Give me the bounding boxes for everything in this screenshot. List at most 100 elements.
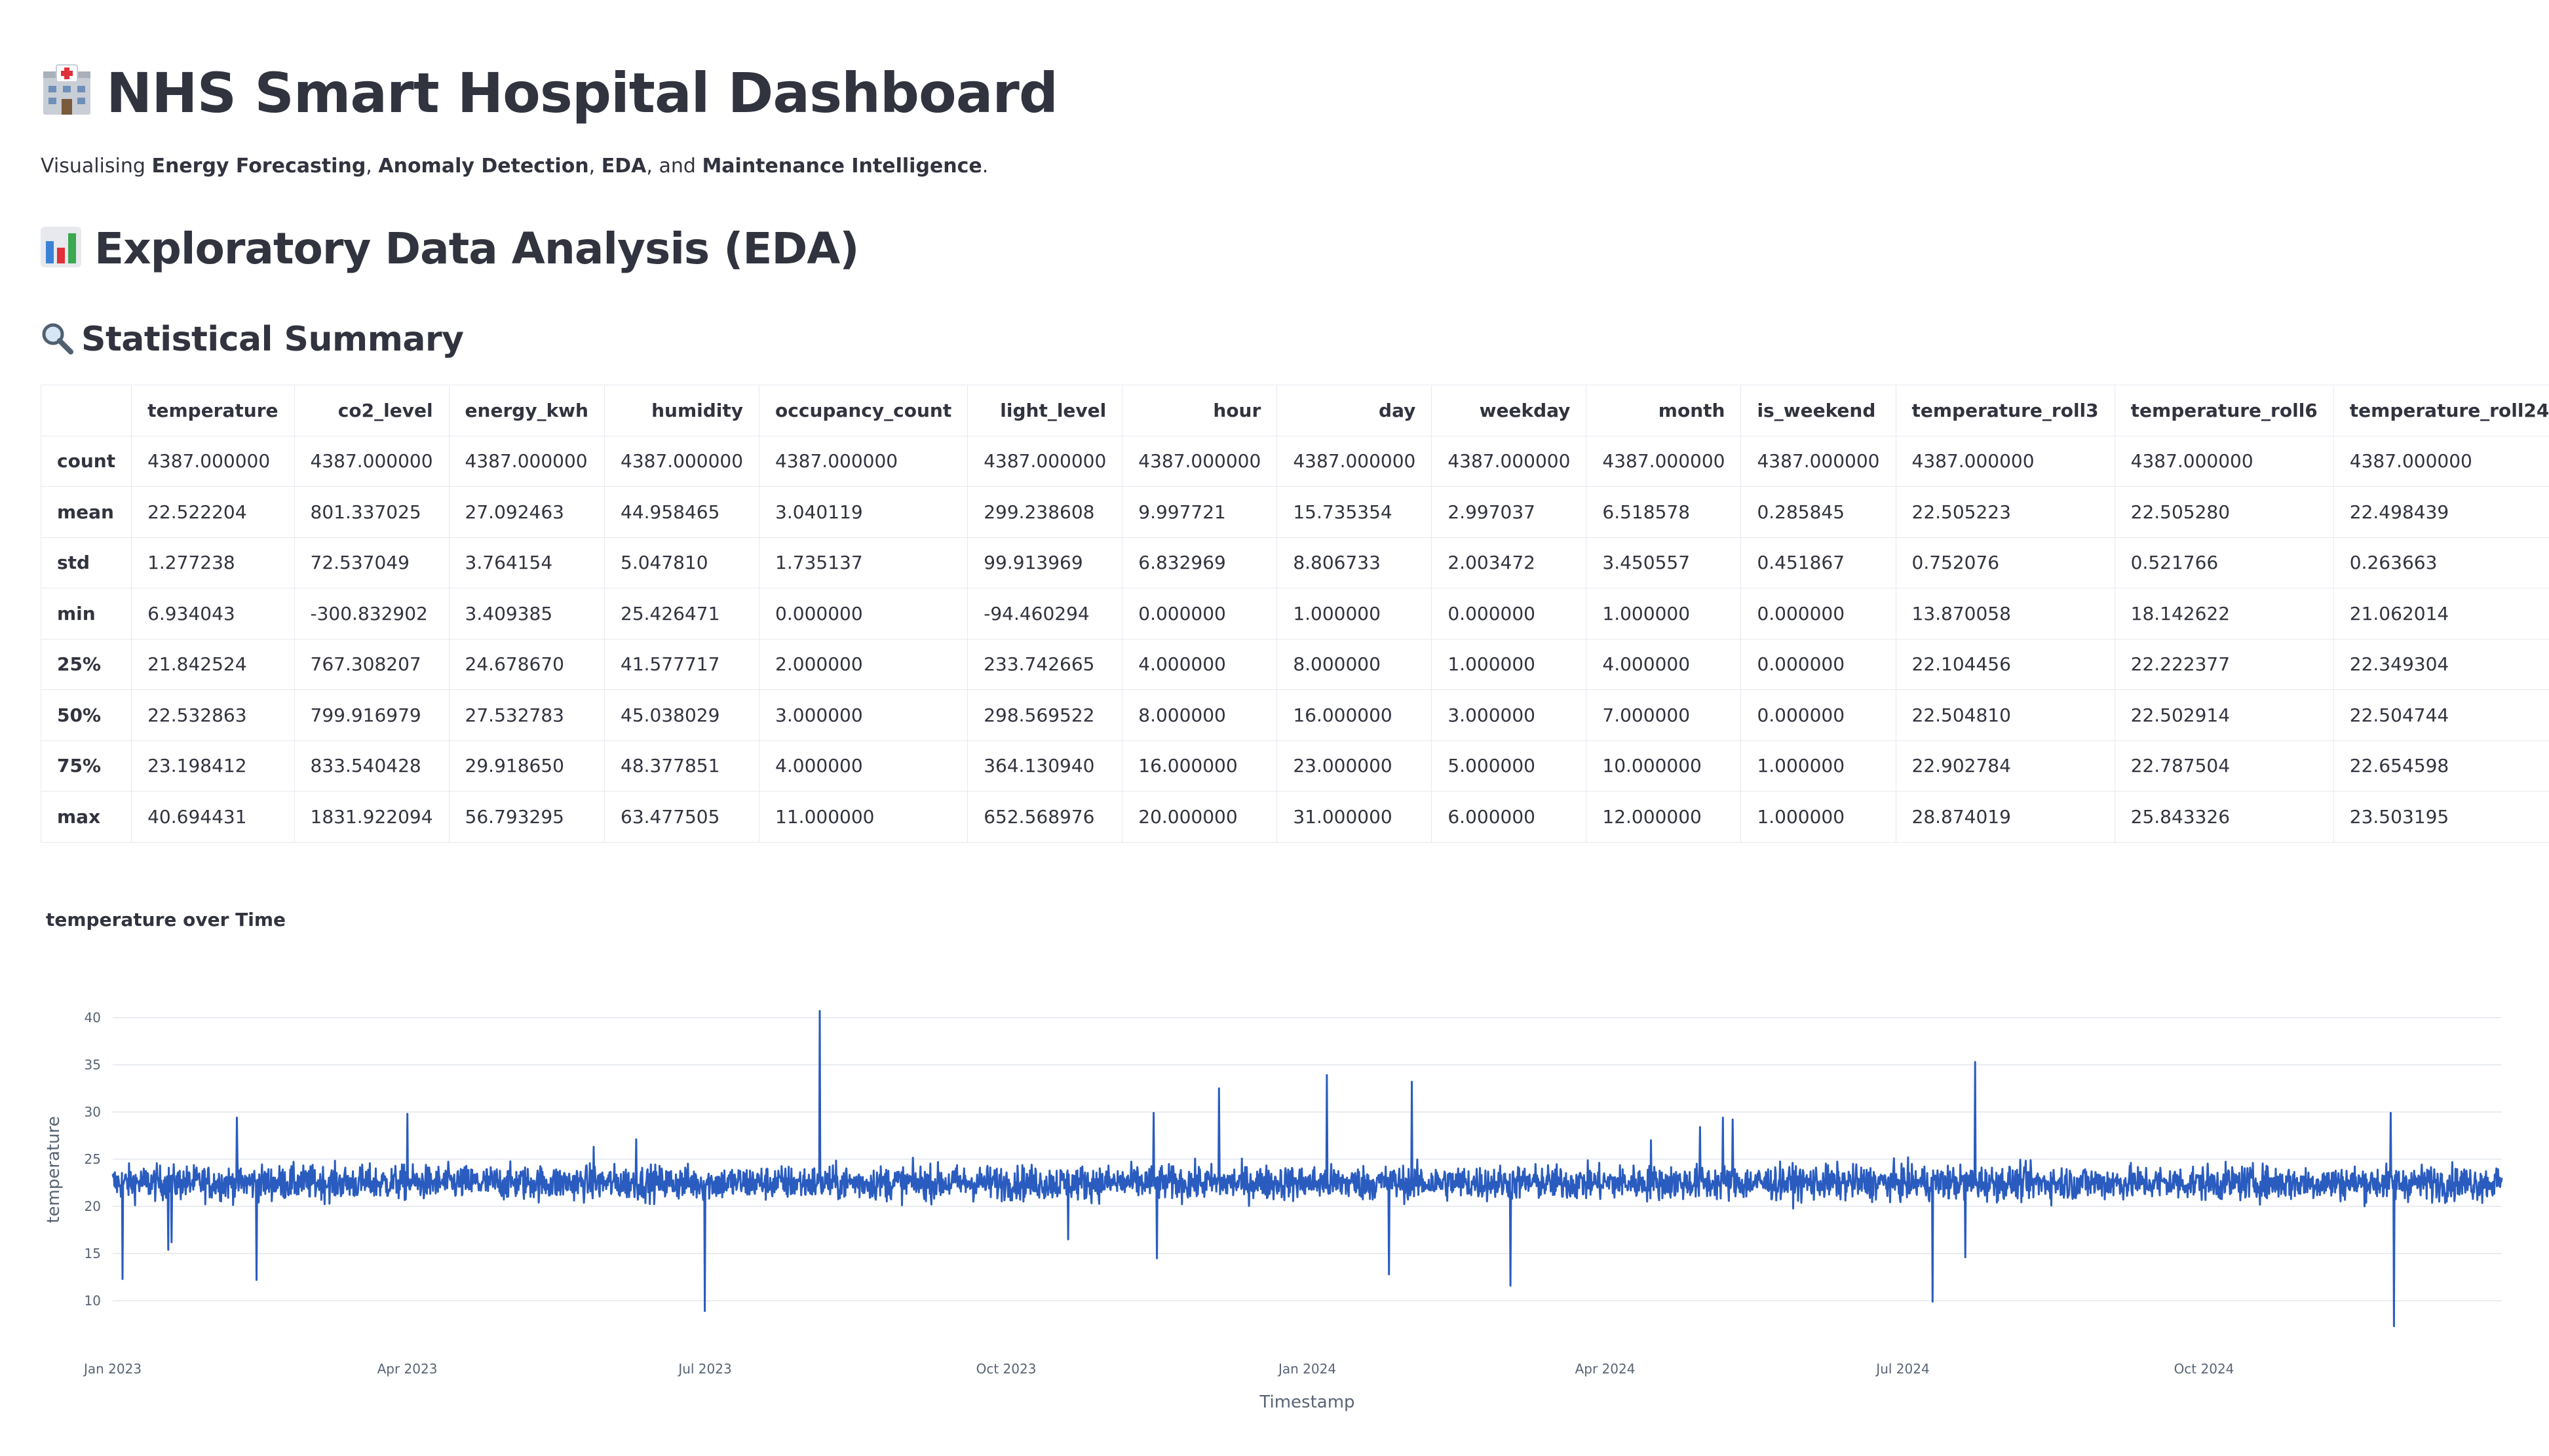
table-cell[interactable]: 28.874019 xyxy=(1895,791,2115,843)
table-cell[interactable]: 6.000000 xyxy=(1431,791,1587,843)
table-cell[interactable]: 3.764154 xyxy=(448,537,605,588)
table-cell[interactable]: 22.104456 xyxy=(1895,638,2115,690)
table-cell[interactable]: 44.958465 xyxy=(604,486,760,538)
table-cell[interactable]: 0.000000 xyxy=(1740,638,1896,690)
column-header[interactable]: humidity xyxy=(604,385,760,436)
column-header[interactable]: temperature_roll3 xyxy=(1895,385,2115,436)
table-cell[interactable]: 4387.000000 xyxy=(1276,435,1432,487)
table-cell[interactable]: 4.000000 xyxy=(1586,638,1742,690)
table-cell[interactable]: 1.277238 xyxy=(131,537,295,588)
column-header[interactable]: month xyxy=(1586,385,1742,436)
table-cell[interactable]: 4387.000000 xyxy=(1122,435,1278,487)
table-cell[interactable]: 22.349304 xyxy=(2333,638,2549,690)
table-cell[interactable]: 1.000000 xyxy=(1740,740,1896,792)
table-cell[interactable]: 1.000000 xyxy=(1431,638,1587,690)
table-cell[interactable]: 22.504744 xyxy=(2333,689,2549,741)
table-cell[interactable]: 18.142622 xyxy=(2114,588,2334,640)
table-cell[interactable]: 9.997721 xyxy=(1122,486,1278,538)
table-cell[interactable]: 0.000000 xyxy=(1740,588,1896,640)
table-cell[interactable]: 3.409385 xyxy=(448,588,605,640)
table-cell[interactable]: 41.577717 xyxy=(604,638,760,690)
table-cell[interactable]: 4387.000000 xyxy=(131,435,295,487)
table-cell[interactable]: 0.000000 xyxy=(1122,588,1278,640)
table-cell[interactable]: 3.000000 xyxy=(1431,689,1587,741)
table-cell[interactable]: 6.518578 xyxy=(1586,486,1742,538)
column-header[interactable]: weekday xyxy=(1431,385,1587,436)
table-cell[interactable]: 1.000000 xyxy=(1586,588,1742,640)
table-cell[interactable]: 4387.000000 xyxy=(2114,435,2334,487)
table-cell[interactable]: 40.694431 xyxy=(131,791,295,843)
table-cell[interactable]: 652.568976 xyxy=(967,791,1123,843)
table-cell[interactable]: 22.654598 xyxy=(2333,740,2549,792)
table-cell[interactable]: 22.505223 xyxy=(1895,486,2115,538)
table-cell[interactable]: 4.000000 xyxy=(759,740,968,792)
table-cell[interactable]: 99.913969 xyxy=(967,537,1123,588)
table-cell[interactable]: 4387.000000 xyxy=(294,435,450,487)
table-cell[interactable]: 799.916979 xyxy=(294,689,450,741)
column-header[interactable]: temperature_roll24 xyxy=(2333,385,2549,436)
table-cell[interactable]: 8.806733 xyxy=(1276,537,1432,588)
table-cell[interactable]: 25.843326 xyxy=(2114,791,2334,843)
table-cell[interactable]: 27.532783 xyxy=(448,689,605,741)
table-cell[interactable]: 11.000000 xyxy=(759,791,968,843)
table-cell[interactable]: 364.130940 xyxy=(967,740,1123,792)
table-cell[interactable]: 15.735354 xyxy=(1276,486,1432,538)
table-cell[interactable]: 23.198412 xyxy=(131,740,295,792)
table-cell[interactable]: 1.000000 xyxy=(1276,588,1432,640)
table-cell[interactable]: 21.062014 xyxy=(2333,588,2549,640)
table-cell[interactable]: 801.337025 xyxy=(294,486,450,538)
table-cell[interactable]: 1831.922094 xyxy=(294,791,450,843)
table-cell[interactable]: 233.742665 xyxy=(967,638,1123,690)
column-header[interactable]: co2_level xyxy=(294,385,450,436)
column-header[interactable]: temperature xyxy=(131,385,295,436)
table-cell[interactable]: -300.832902 xyxy=(294,588,450,640)
table-cell[interactable]: 4387.000000 xyxy=(967,435,1123,487)
table-cell[interactable]: 4387.000000 xyxy=(1431,435,1587,487)
table-cell[interactable]: 24.678670 xyxy=(448,638,605,690)
table-cell[interactable]: 4387.000000 xyxy=(1740,435,1896,487)
table-cell[interactable]: 0.752076 xyxy=(1895,537,2115,588)
table-cell[interactable]: 2.003472 xyxy=(1431,537,1587,588)
table-cell[interactable]: 3.040119 xyxy=(759,486,968,538)
table-cell[interactable]: 833.540428 xyxy=(294,740,450,792)
table-cell[interactable]: 4387.000000 xyxy=(2333,435,2549,487)
table-cell[interactable]: 22.902784 xyxy=(1895,740,2115,792)
table-cell[interactable]: 6.934043 xyxy=(131,588,295,640)
table-cell[interactable]: 20.000000 xyxy=(1122,791,1278,843)
table-cell[interactable]: 1.000000 xyxy=(1740,791,1896,843)
table-cell[interactable]: 23.503195 xyxy=(2333,791,2549,843)
table-cell[interactable]: 22.505280 xyxy=(2114,486,2334,538)
table-cell[interactable]: 6.832969 xyxy=(1122,537,1278,588)
table-cell[interactable]: 22.532863 xyxy=(131,689,295,741)
table-cell[interactable]: 0.000000 xyxy=(1431,588,1587,640)
table-cell[interactable]: 22.504810 xyxy=(1895,689,2115,741)
table-cell[interactable]: 22.498439 xyxy=(2333,486,2549,538)
column-header[interactable]: day xyxy=(1276,385,1432,436)
table-cell[interactable]: 4.000000 xyxy=(1122,638,1278,690)
table-cell[interactable]: 72.537049 xyxy=(294,537,450,588)
table-cell[interactable]: 8.000000 xyxy=(1122,689,1278,741)
table-cell[interactable]: 22.502914 xyxy=(2114,689,2334,741)
statistical-summary-table-container[interactable]: temperature co2_level energy_kwh humidity oc… xyxy=(41,385,2549,843)
table-cell[interactable]: -94.460294 xyxy=(967,588,1123,640)
table-cell[interactable]: 25.426471 xyxy=(604,588,760,640)
table-cell[interactable]: 16.000000 xyxy=(1276,689,1432,741)
table-cell[interactable]: 0.285845 xyxy=(1740,486,1896,538)
table-cell[interactable]: 7.000000 xyxy=(1586,689,1742,741)
table-cell[interactable]: 4387.000000 xyxy=(1586,435,1742,487)
table-cell[interactable]: 4387.000000 xyxy=(448,435,605,487)
table-cell[interactable]: 22.222377 xyxy=(2114,638,2334,690)
table-cell[interactable]: 22.522204 xyxy=(131,486,295,538)
table-cell[interactable]: 2.997037 xyxy=(1431,486,1587,538)
table-cell[interactable]: 3.450557 xyxy=(1586,537,1742,588)
table-cell[interactable]: 298.569522 xyxy=(967,689,1123,741)
table-cell[interactable]: 4387.000000 xyxy=(604,435,760,487)
table-cell[interactable]: 4387.000000 xyxy=(1895,435,2115,487)
temperature-line-chart[interactable]: 10 15 20 25 30 35 40 Jan 2023 Apr 2023 Jul 2023 O… xyxy=(0,970,2549,1442)
table-cell[interactable]: 56.793295 xyxy=(448,791,605,843)
table-cell[interactable]: 5.047810 xyxy=(604,537,760,588)
table-cell[interactable]: 5.000000 xyxy=(1431,740,1587,792)
table-cell[interactable]: 3.000000 xyxy=(759,689,968,741)
table-cell[interactable]: 16.000000 xyxy=(1122,740,1278,792)
table-cell[interactable]: 0.451867 xyxy=(1740,537,1896,588)
